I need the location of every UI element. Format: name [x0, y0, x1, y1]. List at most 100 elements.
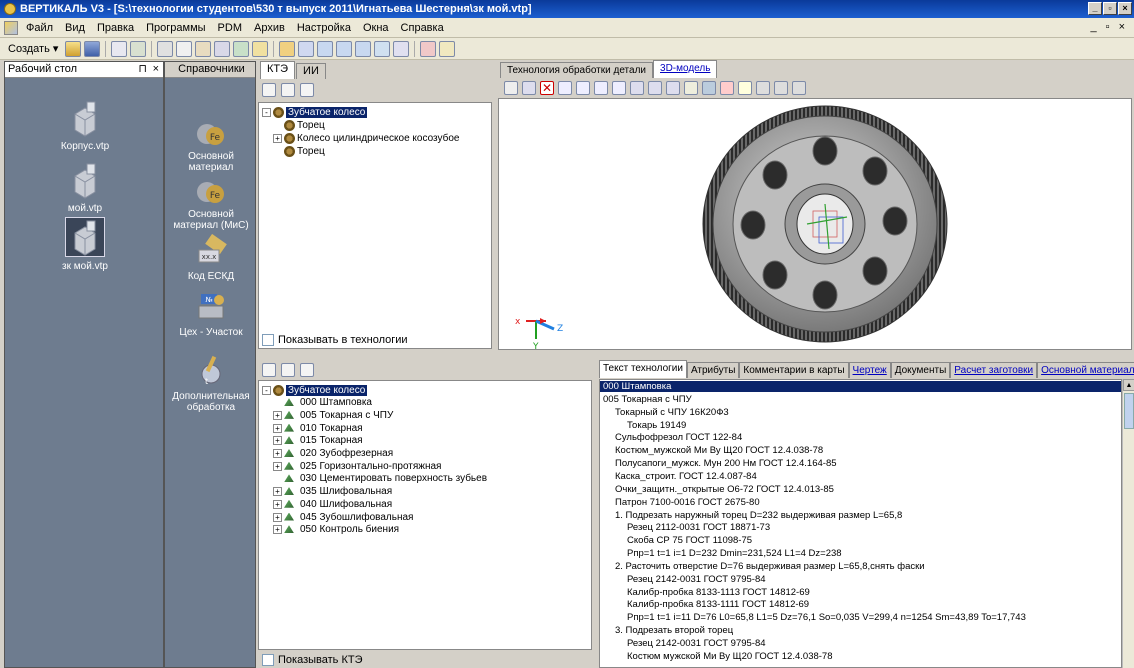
tech-line[interactable]: 2. Расточить отверстие D=76 выдерживая р… [615, 561, 925, 572]
tech-line[interactable]: 000 Штамповка [600, 381, 1121, 392]
tab-tech-processing[interactable]: Технология обработки детали [500, 62, 654, 78]
tree-select-icon[interactable] [300, 83, 314, 97]
tree-node[interactable]: Торец [284, 119, 325, 131]
desktop-item-moi[interactable]: мой.vtp [25, 162, 145, 214]
menu-help[interactable]: Справка [395, 22, 450, 34]
close-button[interactable]: × [1118, 2, 1132, 15]
operation-node[interactable]: +045 Зубошлифовальная [273, 511, 413, 523]
ref-item-main-material-mis[interactable]: Fe Основной материал (МиС) [165, 172, 257, 231]
cut-icon[interactable] [157, 40, 174, 57]
document-icon[interactable] [4, 20, 18, 35]
tech-line[interactable]: Костюм_мужской Ми Ву Щ20 ГОСТ 12.4.038-7… [615, 445, 823, 456]
close-icon[interactable]: × [153, 62, 159, 77]
expand-toggle[interactable]: + [273, 410, 282, 420]
display-mode-icon[interactable] [702, 81, 716, 95]
table-icon[interactable] [298, 40, 315, 57]
tech-line[interactable]: Очки_защитн._открытые О6-72 ГОСТ 12.4.01… [615, 484, 834, 495]
operation-node[interactable]: +040 Шлифовальная [273, 498, 392, 510]
tech-line[interactable]: Калибр-пробка 8133-1113 ГОСТ 14812-69 [627, 587, 810, 598]
show-in-tech-checkbox[interactable] [262, 334, 274, 346]
tech-tab[interactable]: Атрибуты [686, 362, 740, 378]
tech-line[interactable]: Сульфофрезол ГОСТ 122-84 [615, 432, 742, 443]
tech-tab[interactable]: Расчет заготовки [950, 362, 1038, 378]
operation-node[interactable]: - Зубчатое колесо [262, 384, 368, 396]
scroll-up-icon[interactable]: ▲ [1123, 379, 1134, 391]
tech-line[interactable]: Токарь 19149 [627, 420, 686, 431]
expand-toggle[interactable]: + [273, 133, 282, 143]
properties-icon[interactable] [111, 40, 128, 57]
expand-toggle[interactable]: + [273, 499, 282, 509]
print-icon[interactable] [214, 40, 231, 57]
tech-line[interactable]: Патрон 7100-0016 ГОСТ 2675-80 [615, 497, 760, 508]
tech-tab[interactable]: Документы [890, 362, 951, 378]
tree-node[interactable]: Торец [284, 145, 325, 157]
expand-toggle[interactable]: + [273, 449, 282, 458]
import-icon[interactable] [393, 40, 410, 57]
menu-file[interactable]: Файл [20, 22, 59, 34]
ref-item-additional-processing[interactable]: t Дополнительная обработка [165, 354, 257, 413]
view-icon[interactable] [630, 81, 644, 95]
zoom-fit-icon[interactable] [576, 81, 590, 95]
tree-node[interactable]: + Колесо цилиндрическое косозубое [273, 132, 459, 144]
operation-node[interactable]: +010 Токарная [273, 422, 363, 434]
expand-toggle[interactable]: + [273, 461, 282, 471]
tile-icon[interactable] [336, 40, 353, 57]
tree-select-icon[interactable] [300, 363, 314, 377]
operation-node[interactable]: +020 Зубофрезерная [273, 448, 393, 460]
columns-icon[interactable] [355, 40, 372, 57]
tech-tab[interactable]: Чертеж [848, 362, 891, 378]
operation-node[interactable]: +035 Шлифовальная [273, 486, 392, 498]
collapse-toggle[interactable]: - [262, 385, 271, 395]
menu-settings[interactable]: Настройка [291, 22, 357, 34]
tech-line[interactable]: Pпр=1 t=1 i=1 D=232 Dmin=231,524 L1=4 Dz… [627, 548, 842, 559]
tab-kte[interactable]: КТЭ [260, 61, 296, 79]
zoom-icon[interactable] [612, 81, 626, 95]
tech-text-area[interactable]: 000 Штамповка 005 Токарная с ЧПУ Токарный … [599, 379, 1122, 668]
light-icon[interactable] [738, 81, 752, 95]
paste-icon[interactable] [195, 40, 212, 57]
model-viewport[interactable]: x Y Z [498, 98, 1132, 350]
desktop-item-korpus[interactable]: Корпус.vtp [25, 100, 145, 152]
operation-node[interactable]: +015 Токарная [273, 435, 363, 447]
open-folder-icon[interactable] [65, 40, 82, 57]
ref-item-workshop[interactable]: № Цех - Участок [165, 290, 257, 338]
tech-tab[interactable]: Текст технологии [599, 360, 687, 378]
tech-line[interactable]: Токарный с ЧПУ 16К20Ф3 [615, 407, 729, 418]
menu-view[interactable]: Вид [59, 22, 91, 34]
tech-line[interactable]: Резец 2142-0031 ГОСТ 9795-84 [627, 638, 766, 649]
show-kte-checkbox[interactable] [262, 654, 274, 666]
load-model-icon[interactable] [522, 81, 536, 95]
tech-tab[interactable]: Основной материал [1037, 362, 1134, 378]
tree-expand-icon[interactable] [262, 363, 276, 377]
menu-pdm[interactable]: PDM [212, 22, 248, 34]
operation-node[interactable]: +050 Контроль биения [273, 524, 399, 536]
edit-icon[interactable] [420, 40, 437, 57]
tech-line[interactable]: Резец 2112-0031 ГОСТ 18871-73 [627, 522, 770, 533]
tech-line[interactable]: Резец 2142-0031 ГОСТ 9795-84 [627, 574, 766, 585]
operation-node[interactable]: 000 Штамповка [273, 397, 372, 409]
refresh-icon[interactable] [504, 81, 518, 95]
tree-collapse-icon[interactable] [281, 83, 295, 97]
measure-icon[interactable] [684, 81, 698, 95]
tech-tab[interactable]: Комментарии в карты [739, 362, 849, 378]
tree-node[interactable]: - Зубчатое колесо [262, 106, 368, 118]
tech-line[interactable]: Каска_строит. ГОСТ 12.4.087-84 [615, 471, 757, 482]
collapse-toggle[interactable]: - [262, 107, 271, 117]
highlight-icon[interactable] [720, 81, 734, 95]
ref-item-main-material[interactable]: Fe Основной материал [165, 114, 257, 173]
tech-line[interactable]: Калибр-пробка 8133-1111 ГОСТ 14812-69 [627, 599, 809, 610]
tab-3d-model[interactable]: 3D-модель [653, 60, 718, 78]
rotate-icon[interactable] [594, 81, 608, 95]
animate-icon[interactable] [792, 81, 806, 95]
tools-icon[interactable] [252, 40, 269, 57]
menu-windows[interactable]: Окна [357, 22, 395, 34]
mdi-controls[interactable]: _ ▫ × [1090, 21, 1128, 33]
check-icon[interactable] [233, 40, 250, 57]
vertical-scrollbar[interactable]: ▲ [1122, 379, 1134, 668]
menu-archive[interactable]: Архив [248, 22, 291, 34]
expand-toggle[interactable]: + [273, 512, 282, 522]
section-icon[interactable] [648, 81, 662, 95]
pin-icon[interactable]: ⊓ [138, 62, 147, 77]
menu-programs[interactable]: Программы [140, 22, 211, 34]
maximize-button[interactable]: ▫ [1103, 2, 1117, 15]
